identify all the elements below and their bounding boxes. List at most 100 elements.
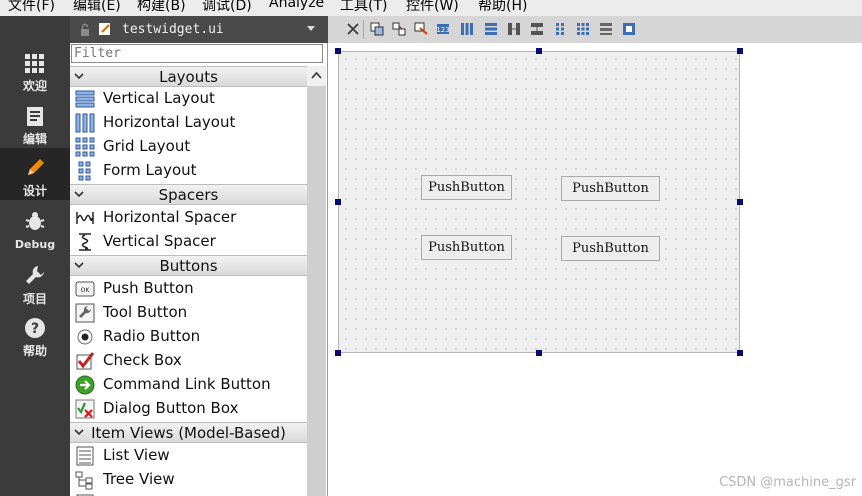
widget-item-push-button[interactable]: OK Push Button bbox=[70, 277, 307, 301]
mode-selector: 欢迎 编辑 设计 Debug 项目 ? 帮助 bbox=[0, 16, 70, 496]
radio-button-icon bbox=[77, 329, 93, 345]
lock-icon[interactable] bbox=[78, 23, 92, 37]
push-button-icon: OK bbox=[75, 281, 95, 297]
widget-item-tree-view[interactable]: Tree View bbox=[70, 468, 307, 492]
category-layouts[interactable]: Layouts bbox=[70, 66, 307, 87]
widget-item-grid-layout[interactable]: Grid Layout bbox=[70, 135, 307, 159]
edit-signals-icon[interactable] bbox=[392, 22, 406, 36]
mode-debug[interactable]: Debug bbox=[0, 202, 70, 254]
mode-welcome[interactable]: 欢迎 bbox=[0, 16, 70, 93]
help-icon: ? bbox=[25, 318, 45, 338]
item-label: Grid Layout bbox=[103, 137, 191, 155]
widget-item-radio-button[interactable]: Radio Button bbox=[70, 325, 307, 349]
layout-vertical-icon[interactable] bbox=[484, 22, 498, 36]
edit-buddies-icon[interactable] bbox=[414, 22, 428, 36]
layout-horizontal-icon[interactable] bbox=[460, 22, 474, 36]
dropdown-icon[interactable] bbox=[306, 23, 316, 33]
resize-handle[interactable] bbox=[737, 199, 743, 205]
edit-widgets-icon[interactable] bbox=[370, 22, 384, 36]
layout-grid-icon[interactable] bbox=[576, 22, 590, 36]
mode-label: 设计 bbox=[22, 184, 47, 198]
mode-design[interactable]: 设计 bbox=[0, 148, 70, 200]
mode-edit[interactable]: 编辑 bbox=[0, 96, 70, 148]
menu-tools[interactable]: 工具(T) bbox=[340, 0, 387, 15]
menu-help[interactable]: 帮助(H) bbox=[478, 0, 527, 15]
layout-splitter-h-icon[interactable] bbox=[507, 22, 521, 36]
menu-analyze[interactable]: Analyze bbox=[269, 0, 324, 11]
dialog-button-box-icon bbox=[75, 399, 95, 419]
widget-item-form-layout[interactable]: Form Layout bbox=[70, 159, 307, 183]
widget-item-command-link-button[interactable]: Command Link Button bbox=[70, 373, 307, 397]
menu-widgets[interactable]: 控件(W) bbox=[406, 0, 459, 15]
vertical-spacer-icon bbox=[79, 233, 91, 251]
watermark: CSDN @machine_gsr bbox=[719, 475, 856, 490]
category-label: Buttons bbox=[159, 257, 218, 275]
resize-handle[interactable] bbox=[335, 48, 341, 54]
widget-item-horizontal-layout[interactable]: Horizontal Layout bbox=[70, 111, 307, 135]
widget-item-next[interactable] bbox=[70, 492, 307, 496]
grid-icon bbox=[25, 54, 44, 73]
item-label: Command Link Button bbox=[103, 375, 271, 393]
edit-tab-order-icon[interactable]: 123 bbox=[436, 22, 450, 36]
check-box-icon bbox=[76, 352, 95, 370]
item-label: List View bbox=[103, 446, 170, 464]
scrollbar[interactable] bbox=[307, 66, 326, 496]
push-button[interactable]: PushButton bbox=[561, 236, 660, 261]
close-icon[interactable] bbox=[346, 22, 360, 36]
menu-bar: 文件(F) 编辑(E) 构建(B) 调试(D) Analyze 工具(T) 控件… bbox=[0, 0, 862, 16]
widget-item-dialog-button-box[interactable]: Dialog Button Box bbox=[70, 397, 307, 421]
widget-item-horizontal-spacer[interactable]: Horizontal Spacer bbox=[70, 206, 307, 230]
widget-box: Layouts Vertical Layout Horizontal Layou… bbox=[70, 43, 328, 496]
form-widget[interactable]: PushButton PushButton PushButton PushBut… bbox=[338, 51, 740, 353]
layout-splitter-v-icon[interactable] bbox=[530, 22, 544, 36]
menu-build[interactable]: 构建(B) bbox=[137, 0, 186, 15]
break-layout-icon[interactable] bbox=[599, 22, 613, 36]
resize-handle[interactable] bbox=[536, 48, 542, 54]
mode-projects[interactable]: 项目 bbox=[0, 256, 70, 308]
layout-form-icon[interactable] bbox=[553, 22, 567, 36]
svg-text:OK: OK bbox=[81, 287, 91, 294]
document-tab[interactable]: testwidget.ui bbox=[70, 16, 328, 43]
widget-item-vertical-spacer[interactable]: Vertical Spacer bbox=[70, 230, 307, 254]
widget-item-list-view[interactable]: List View bbox=[70, 444, 307, 468]
grid-layout-icon bbox=[75, 137, 95, 157]
toolbar-divider bbox=[363, 20, 364, 39]
resize-handle[interactable] bbox=[536, 350, 542, 356]
vertical-layout-icon bbox=[75, 90, 95, 108]
widget-item-vertical-layout[interactable]: Vertical Layout bbox=[70, 87, 307, 111]
ui-file-icon bbox=[99, 23, 110, 35]
document-icon bbox=[27, 107, 43, 126]
push-button[interactable]: PushButton bbox=[421, 175, 512, 200]
editor-toolbar: testwidget.ui 123 bbox=[70, 16, 862, 44]
svg-text:123: 123 bbox=[436, 26, 449, 34]
category-buttons[interactable]: Buttons bbox=[70, 255, 307, 276]
adjust-size-icon[interactable] bbox=[622, 22, 636, 36]
mode-label: 欢迎 bbox=[22, 79, 47, 93]
pencil-icon bbox=[28, 159, 44, 175]
bug-icon bbox=[25, 212, 45, 230]
category-item-views[interactable]: Item Views (Model-Based) bbox=[70, 422, 307, 443]
horizontal-spacer-icon bbox=[76, 212, 94, 224]
push-button[interactable]: PushButton bbox=[561, 176, 660, 201]
form-layout-icon bbox=[78, 161, 91, 181]
item-label: Tree View bbox=[103, 470, 175, 488]
filter-input[interactable] bbox=[71, 44, 323, 63]
category-spacers[interactable]: Spacers bbox=[70, 184, 307, 205]
item-label: Dialog Button Box bbox=[103, 399, 239, 417]
horizontal-layout-icon bbox=[75, 113, 95, 133]
widget-item-tool-button[interactable]: Tool Button bbox=[70, 301, 307, 325]
mode-label: 帮助 bbox=[22, 344, 47, 358]
resize-handle[interactable] bbox=[737, 350, 743, 356]
menu-file[interactable]: 文件(F) bbox=[8, 0, 55, 15]
scroll-up-button[interactable] bbox=[307, 66, 326, 86]
menu-edit[interactable]: 编辑(E) bbox=[73, 0, 121, 15]
menu-debug[interactable]: 调试(D) bbox=[202, 0, 252, 15]
resize-handle[interactable] bbox=[737, 48, 743, 54]
mode-help[interactable]: ? 帮助 bbox=[0, 308, 70, 360]
resize-handle[interactable] bbox=[335, 199, 341, 205]
mode-label: Debug bbox=[14, 238, 56, 251]
resize-handle[interactable] bbox=[335, 350, 341, 356]
widget-item-check-box[interactable]: Check Box bbox=[70, 349, 307, 373]
document-title: testwidget.ui bbox=[122, 22, 224, 37]
push-button[interactable]: PushButton bbox=[421, 235, 512, 260]
